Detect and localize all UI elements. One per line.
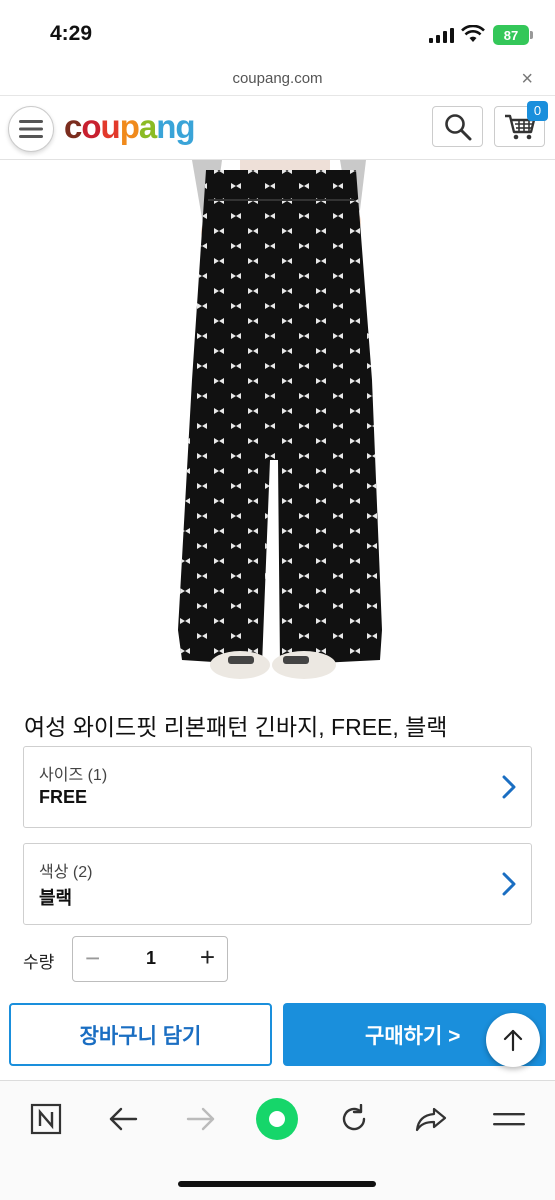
- battery-level: 87: [503, 27, 519, 43]
- wifi-icon: [461, 25, 485, 42]
- logo-letter: n: [156, 108, 176, 145]
- logo-letter: g: [175, 108, 195, 145]
- forward-arrow-icon: [186, 1107, 215, 1131]
- color-option-selector[interactable]: 색상 (2) 블랙: [23, 843, 532, 925]
- share-button[interactable]: [409, 1097, 453, 1141]
- hamburger-menu-icon: [493, 1113, 525, 1126]
- green-circle-icon: [256, 1098, 298, 1140]
- naver-home-button[interactable]: [24, 1097, 68, 1141]
- size-option-label: 사이즈 (1): [39, 767, 108, 784]
- share-icon: [415, 1107, 447, 1132]
- search-icon: [444, 113, 471, 140]
- forward-button[interactable]: [179, 1097, 223, 1141]
- wide-leg-pants-illustration: [178, 160, 382, 679]
- chevron-right-icon: [502, 872, 516, 896]
- add-to-cart-button[interactable]: 장바구니 담기: [9, 1003, 272, 1066]
- naver-n-icon: [30, 1103, 62, 1135]
- quantity-stepper: − 1 +: [72, 936, 228, 982]
- menu-button[interactable]: [8, 106, 54, 152]
- color-option-value: 블랙: [39, 888, 73, 908]
- logo-letter: p: [119, 108, 140, 145]
- battery-indicator: 87: [493, 25, 529, 45]
- quantity-increase-button[interactable]: +: [200, 942, 215, 973]
- arrow-up-icon: [503, 1029, 523, 1052]
- browser-menu-button[interactable]: [487, 1097, 531, 1141]
- cart-count-badge: 0: [527, 101, 548, 121]
- status-bar: 4:29 87: [0, 0, 555, 64]
- logo-letter: u: [100, 108, 121, 145]
- site-header: coupang 0: [0, 96, 555, 160]
- logo-letter: a: [138, 108, 157, 145]
- logo-letter: o: [81, 108, 101, 145]
- url-text[interactable]: coupang.com: [0, 70, 555, 87]
- browser-bottom-bar: [0, 1080, 555, 1200]
- green-dot-button[interactable]: [255, 1097, 299, 1141]
- cellular-signal-icon: [429, 28, 454, 43]
- size-option-value: FREE: [39, 787, 88, 807]
- hamburger-menu-icon: [19, 120, 43, 138]
- coupang-logo[interactable]: coupang: [64, 108, 196, 146]
- home-indicator: [178, 1181, 376, 1187]
- chevron-right-icon: [502, 775, 516, 799]
- refresh-icon: [342, 1104, 366, 1131]
- status-time: 4:29: [50, 22, 93, 45]
- color-option-label: 색상 (2): [39, 864, 93, 881]
- quantity-label: 수량: [23, 953, 55, 972]
- search-button[interactable]: [432, 106, 483, 147]
- back-arrow-icon: [109, 1107, 138, 1131]
- size-option-selector[interactable]: 사이즈 (1) FREE: [23, 746, 532, 828]
- scroll-to-top-button[interactable]: [486, 1013, 540, 1067]
- logo-letter: c: [64, 108, 82, 145]
- back-button[interactable]: [101, 1097, 145, 1141]
- refresh-button[interactable]: [332, 1097, 376, 1141]
- battery-nub: [530, 31, 533, 39]
- product-title: 여성 와이드핏 리본패턴 긴바지, FREE, 블랙: [24, 714, 448, 740]
- product-image[interactable]: [0, 160, 555, 690]
- browser-url-bar[interactable]: coupang.com ×: [0, 64, 555, 96]
- cart-button[interactable]: 0: [494, 101, 548, 147]
- close-icon[interactable]: ×: [521, 68, 533, 91]
